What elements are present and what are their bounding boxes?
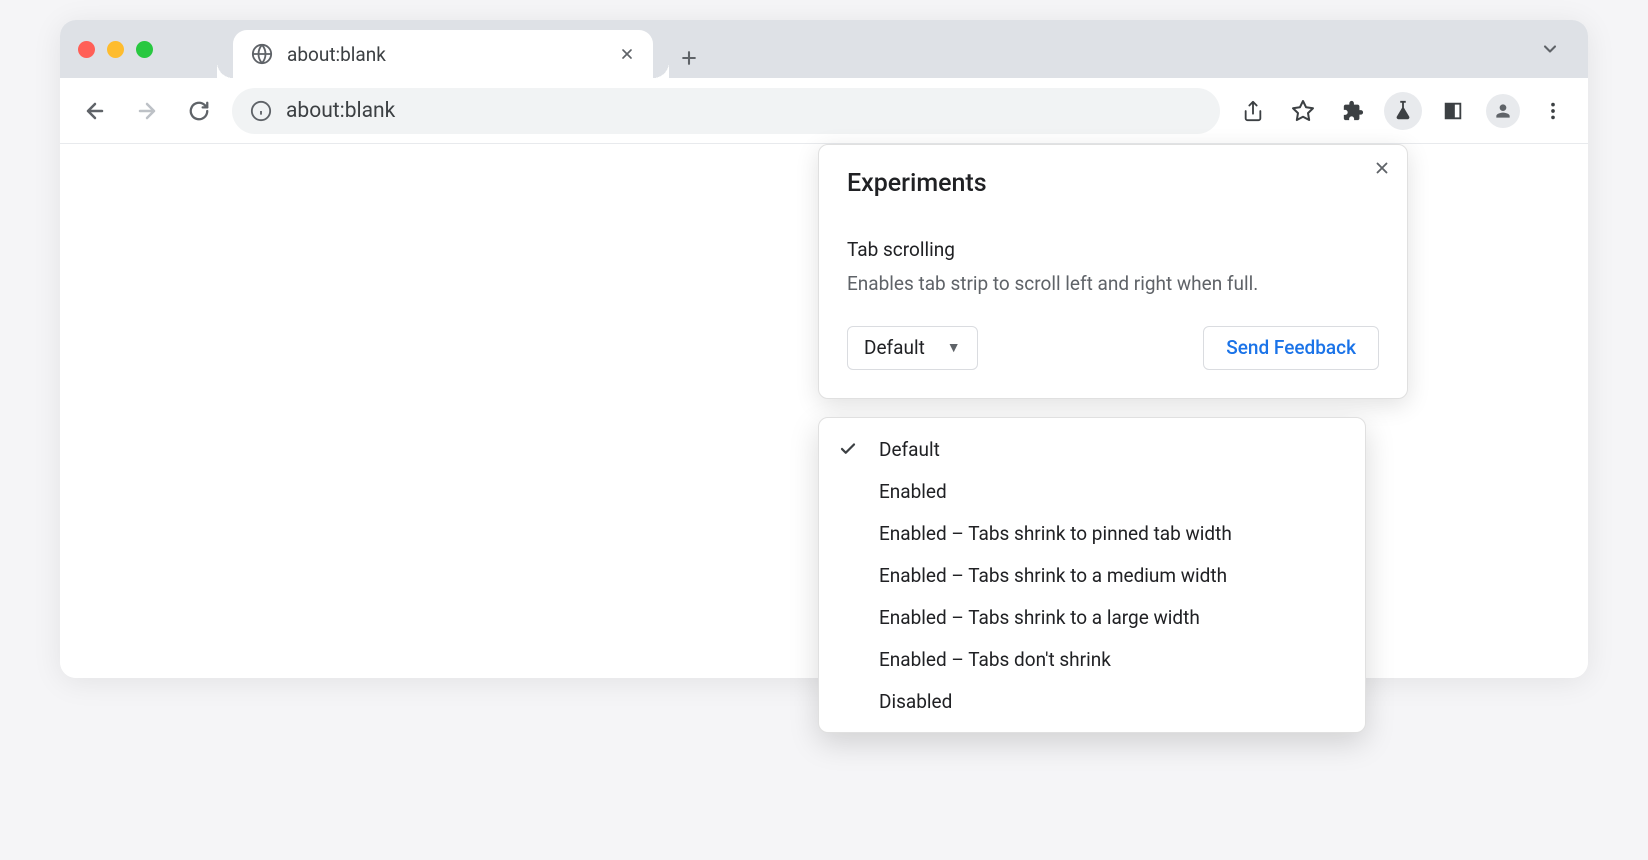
tab-close-button[interactable] — [619, 46, 635, 62]
select-option[interactable]: Disabled — [819, 680, 1365, 722]
experiments-title: Experiments — [847, 169, 1379, 198]
reload-button[interactable] — [180, 92, 218, 130]
experiment-name: Tab scrolling — [847, 238, 1379, 261]
select-option[interactable]: Enabled — [819, 470, 1365, 512]
check-icon — [839, 440, 863, 458]
back-button[interactable] — [76, 92, 114, 130]
experiments-popover: Experiments Tab scrolling Enables tab st… — [818, 144, 1408, 399]
window-minimize-button[interactable] — [107, 41, 124, 58]
bookmark-star-icon[interactable] — [1284, 92, 1322, 130]
tab-strip: about:blank — [233, 20, 1540, 78]
select-dropdown: Default Enabled Enabled – Tabs shrink to p… — [818, 417, 1366, 733]
experiments-beaker-icon[interactable] — [1384, 92, 1422, 130]
new-tab-button[interactable] — [669, 38, 709, 78]
browser-tab[interactable]: about:blank — [233, 30, 653, 78]
forward-button[interactable] — [128, 92, 166, 130]
globe-icon — [251, 43, 273, 65]
address-bar[interactable]: about:blank — [232, 88, 1220, 134]
select-option[interactable]: Default — [819, 428, 1365, 470]
select-option[interactable]: Enabled – Tabs shrink to pinned tab widt… — [819, 512, 1365, 554]
option-label: Enabled – Tabs shrink to a large width — [879, 606, 1200, 629]
site-info-icon[interactable] — [250, 100, 272, 122]
option-label: Enabled — [879, 480, 947, 503]
toolbar: about:blank — [60, 78, 1588, 144]
select-value: Default — [864, 336, 925, 359]
send-feedback-button[interactable]: Send Feedback — [1203, 326, 1379, 370]
caret-down-icon: ▼ — [947, 339, 961, 356]
option-label: Enabled – Tabs shrink to pinned tab widt… — [879, 522, 1232, 545]
tab-search-button[interactable] — [1540, 39, 1560, 59]
omnibox-url: about:blank — [286, 99, 395, 123]
select-option[interactable]: Enabled – Tabs shrink to a large width — [819, 596, 1365, 638]
window-maximize-button[interactable] — [136, 41, 153, 58]
page-content: Experiments Tab scrolling Enables tab st… — [60, 144, 1588, 678]
extensions-icon[interactable] — [1334, 92, 1372, 130]
tab-title: about:blank — [287, 43, 605, 66]
experiment-controls: Default ▼ Send Feedback — [847, 326, 1379, 370]
tab-strip-bar: about:blank — [60, 20, 1588, 78]
select-option[interactable]: Enabled – Tabs shrink to a medium width — [819, 554, 1365, 596]
window-controls — [78, 41, 153, 58]
menu-button[interactable] — [1534, 92, 1572, 130]
window-close-button[interactable] — [78, 41, 95, 58]
option-label: Disabled — [879, 690, 952, 713]
share-icon[interactable] — [1234, 92, 1272, 130]
option-label: Enabled – Tabs don't shrink — [879, 648, 1111, 671]
experiment-select[interactable]: Default ▼ — [847, 326, 978, 370]
toolbar-actions — [1234, 92, 1572, 130]
experiment-description: Enables tab strip to scroll left and rig… — [847, 271, 1379, 298]
browser-window: about:blank about:blank — [60, 20, 1588, 678]
side-panel-icon[interactable] — [1434, 92, 1472, 130]
select-option[interactable]: Enabled – Tabs don't shrink — [819, 638, 1365, 680]
option-label: Default — [879, 438, 940, 461]
popover-close-button[interactable] — [1373, 159, 1391, 177]
profile-avatar[interactable] — [1484, 92, 1522, 130]
option-label: Enabled – Tabs shrink to a medium width — [879, 564, 1227, 587]
